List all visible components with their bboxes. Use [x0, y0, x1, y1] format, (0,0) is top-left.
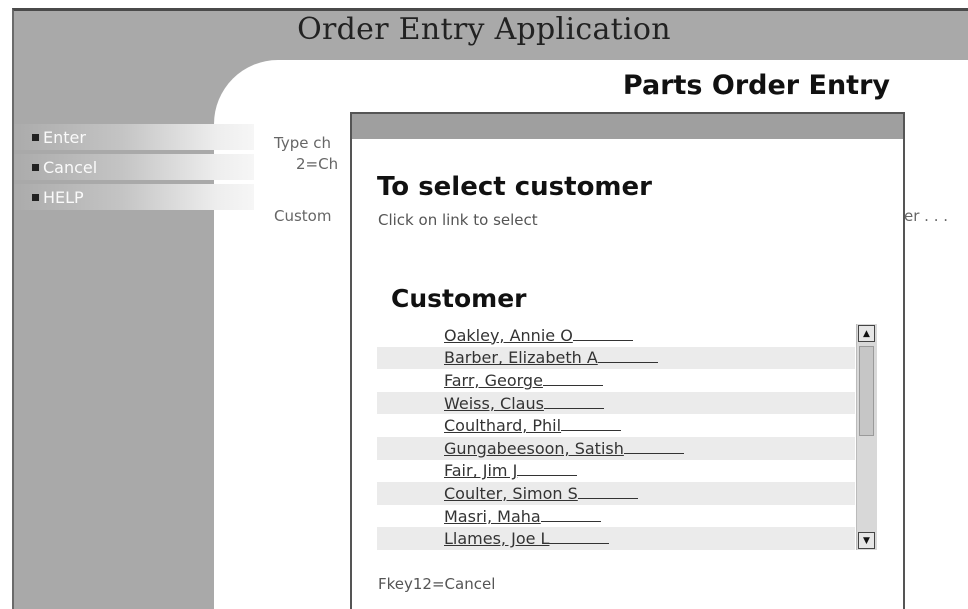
scroll-thumb[interactable]: [859, 346, 874, 436]
customer-link[interactable]: Coulter, Simon S: [444, 484, 638, 503]
page-title: Parts Order Entry: [622, 70, 890, 101]
help-button[interactable]: HELP: [14, 184, 254, 210]
customer-link[interactable]: Farr, George: [444, 371, 603, 390]
background-field-label-fragment: er . . .: [904, 207, 949, 225]
scroll-down-button[interactable]: ▼: [858, 532, 875, 549]
help-button-label: HELP: [43, 187, 84, 207]
list-item: Coulthard, Phil: [377, 414, 855, 437]
list-item: Gungabeesoon, Satish: [377, 436, 855, 460]
triangle-up-icon: ▲: [863, 328, 870, 339]
customer-link[interactable]: Masri, Maha: [444, 507, 601, 526]
list-item: Llames, Joe L: [377, 527, 855, 550]
triangle-down-icon: ▼: [863, 535, 870, 546]
app-title: Order Entry Application: [297, 12, 671, 47]
cancel-button-label: Cancel: [43, 157, 98, 177]
list-item: Fair, Jim J: [377, 460, 855, 483]
cancel-button[interactable]: Cancel: [14, 154, 254, 180]
enter-button-label: Enter: [43, 127, 86, 147]
square-bullet-icon: [32, 193, 39, 201]
customer-list-container: Oakley, Annie O Barber, Elizabeth A Farr…: [377, 324, 877, 550]
instruction-text-line1: Type ch: [274, 134, 331, 152]
customer-link[interactable]: Oakley, Annie O: [444, 326, 633, 345]
list-item: Masri, Maha: [377, 505, 855, 528]
customer-list-heading: Customer: [391, 284, 527, 313]
select-customer-dialog: To select customer Click on link to sele…: [350, 112, 905, 609]
square-bullet-icon: [32, 163, 39, 171]
dialog-heading: To select customer: [377, 172, 652, 202]
customer-link[interactable]: Gungabeesoon, Satish: [444, 439, 684, 458]
list-item: Farr, George: [377, 369, 855, 392]
instruction-text-line2: 2=Ch: [296, 155, 339, 173]
dialog-subtext: Click on link to select: [378, 211, 538, 229]
list-item: Oakley, Annie O: [377, 324, 855, 347]
enter-button[interactable]: Enter: [14, 124, 254, 150]
customer-link[interactable]: Coulthard, Phil: [444, 416, 621, 435]
list-item: Barber, Elizabeth A: [377, 346, 855, 370]
dialog-titlebar[interactable]: [352, 114, 903, 139]
customer-link[interactable]: Weiss, Claus: [444, 394, 604, 413]
list-item: Weiss, Claus: [377, 391, 855, 415]
dialog-footer-hint: Fkey12=Cancel: [378, 575, 496, 593]
customer-list[interactable]: Oakley, Annie O Barber, Elizabeth A Farr…: [377, 324, 855, 550]
customer-field-label: Custom: [274, 207, 332, 225]
function-key-menu: Enter Cancel HELP: [14, 124, 254, 214]
customer-list-scrollbar[interactable]: ▲ ▼: [856, 324, 877, 550]
customer-link[interactable]: Barber, Elizabeth A: [444, 348, 658, 367]
customer-link[interactable]: Fair, Jim J: [444, 461, 577, 480]
list-item: Coulter, Simon S: [377, 482, 855, 505]
scroll-up-button[interactable]: ▲: [858, 325, 875, 342]
customer-link[interactable]: Llames, Joe L: [444, 529, 609, 548]
square-bullet-icon: [32, 133, 39, 141]
